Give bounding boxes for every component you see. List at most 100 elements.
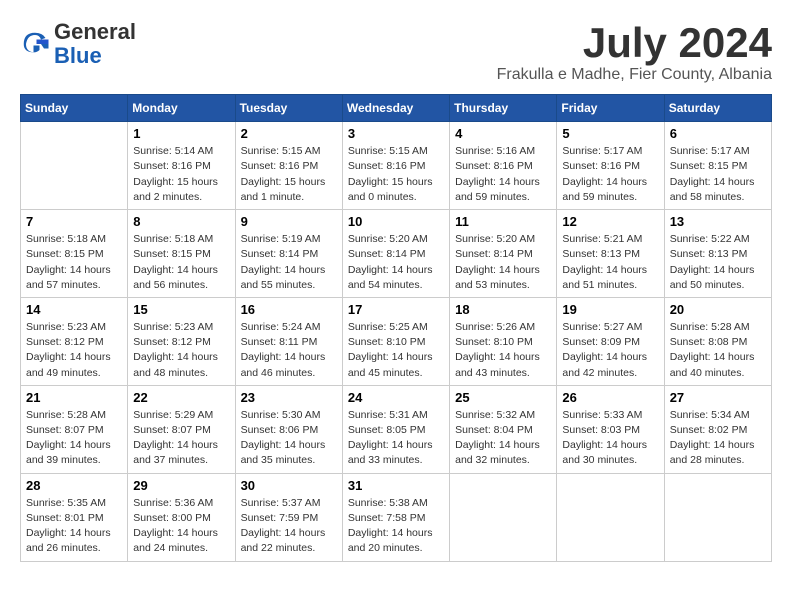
day-number: 31 (348, 478, 444, 493)
day-number: 25 (455, 390, 551, 405)
day-info: Sunrise: 5:33 AM Sunset: 8:03 PM Dayligh… (562, 408, 658, 469)
day-number: 13 (670, 214, 766, 229)
day-info: Sunrise: 5:18 AM Sunset: 8:15 PM Dayligh… (26, 232, 122, 293)
day-number: 4 (455, 126, 551, 141)
day-info: Sunrise: 5:37 AM Sunset: 7:59 PM Dayligh… (241, 496, 337, 557)
day-info: Sunrise: 5:19 AM Sunset: 8:14 PM Dayligh… (241, 232, 337, 293)
header-friday: Friday (557, 95, 664, 122)
month-title: July 2024 (497, 20, 772, 66)
calendar-cell: 14 Sunrise: 5:23 AM Sunset: 8:12 PM Dayli… (21, 297, 128, 385)
day-number: 15 (133, 302, 229, 317)
calendar-cell: 17 Sunrise: 5:25 AM Sunset: 8:10 PM Dayli… (342, 297, 449, 385)
day-number: 7 (26, 214, 122, 229)
calendar-cell: 25 Sunrise: 5:32 AM Sunset: 8:04 PM Dayli… (450, 385, 557, 473)
header-saturday: Saturday (664, 95, 771, 122)
header-sunday: Sunday (21, 95, 128, 122)
header-monday: Monday (128, 95, 235, 122)
day-number: 20 (670, 302, 766, 317)
calendar-cell: 1 Sunrise: 5:14 AM Sunset: 8:16 PM Daylig… (128, 122, 235, 210)
week-row-2: 7 Sunrise: 5:18 AM Sunset: 8:15 PM Daylig… (21, 210, 772, 298)
day-number: 14 (26, 302, 122, 317)
day-number: 6 (670, 126, 766, 141)
day-info: Sunrise: 5:20 AM Sunset: 8:14 PM Dayligh… (455, 232, 551, 293)
calendar-cell (664, 473, 771, 561)
day-number: 8 (133, 214, 229, 229)
header-tuesday: Tuesday (235, 95, 342, 122)
day-number: 27 (670, 390, 766, 405)
day-number: 17 (348, 302, 444, 317)
calendar-cell: 5 Sunrise: 5:17 AM Sunset: 8:16 PM Daylig… (557, 122, 664, 210)
calendar-cell (450, 473, 557, 561)
calendar-cell: 7 Sunrise: 5:18 AM Sunset: 8:15 PM Daylig… (21, 210, 128, 298)
calendar-cell: 6 Sunrise: 5:17 AM Sunset: 8:15 PM Daylig… (664, 122, 771, 210)
calendar-cell: 9 Sunrise: 5:19 AM Sunset: 8:14 PM Daylig… (235, 210, 342, 298)
calendar-cell: 22Sunrise: 5:29 AM Sunset: 8:07 PM Dayli… (128, 385, 235, 473)
day-info: Sunrise: 5:16 AM Sunset: 8:16 PM Dayligh… (455, 144, 551, 205)
day-info: Sunrise: 5:14 AM Sunset: 8:16 PM Dayligh… (133, 144, 229, 205)
day-info: Sunrise: 5:31 AM Sunset: 8:05 PM Dayligh… (348, 408, 444, 469)
calendar-cell (557, 473, 664, 561)
calendar-cell: 26 Sunrise: 5:33 AM Sunset: 8:03 PM Dayli… (557, 385, 664, 473)
calendar-cell: 29 Sunrise: 5:36 AM Sunset: 8:00 PM Dayli… (128, 473, 235, 561)
calendar-cell: 24Sunrise: 5:31 AM Sunset: 8:05 PM Dayli… (342, 385, 449, 473)
day-number: 5 (562, 126, 658, 141)
day-number: 18 (455, 302, 551, 317)
calendar-cell: 27Sunrise: 5:34 AM Sunset: 8:02 PM Dayli… (664, 385, 771, 473)
calendar-cell: 3Sunrise: 5:15 AM Sunset: 8:16 PM Daylig… (342, 122, 449, 210)
day-number: 26 (562, 390, 658, 405)
title-block: July 2024 Frakulla e Madhe, Fier County,… (497, 20, 772, 84)
day-info: Sunrise: 5:38 AM Sunset: 7:58 PM Dayligh… (348, 496, 444, 557)
day-info: Sunrise: 5:15 AM Sunset: 8:16 PM Dayligh… (241, 144, 337, 205)
calendar-cell: 4 Sunrise: 5:16 AM Sunset: 8:16 PM Daylig… (450, 122, 557, 210)
calendar-cell: 19 Sunrise: 5:27 AM Sunset: 8:09 PM Dayli… (557, 297, 664, 385)
logo-general: General (54, 20, 136, 44)
day-info: Sunrise: 5:29 AM Sunset: 8:07 PM Dayligh… (133, 408, 229, 469)
week-row-1: 1 Sunrise: 5:14 AM Sunset: 8:16 PM Daylig… (21, 122, 772, 210)
day-number: 21 (26, 390, 122, 405)
day-info: Sunrise: 5:35 AM Sunset: 8:01 PM Dayligh… (26, 496, 122, 557)
header-thursday: Thursday (450, 95, 557, 122)
day-number: 19 (562, 302, 658, 317)
day-number: 1 (133, 126, 229, 141)
day-info: Sunrise: 5:27 AM Sunset: 8:09 PM Dayligh… (562, 320, 658, 381)
week-row-3: 14 Sunrise: 5:23 AM Sunset: 8:12 PM Dayli… (21, 297, 772, 385)
day-info: Sunrise: 5:22 AM Sunset: 8:13 PM Dayligh… (670, 232, 766, 293)
day-info: Sunrise: 5:20 AM Sunset: 8:14 PM Dayligh… (348, 232, 444, 293)
logo: General Blue (20, 20, 136, 68)
calendar-cell: 16Sunrise: 5:24 AM Sunset: 8:11 PM Dayli… (235, 297, 342, 385)
calendar-cell: 11 Sunrise: 5:20 AM Sunset: 8:14 PM Dayli… (450, 210, 557, 298)
day-info: Sunrise: 5:18 AM Sunset: 8:15 PM Dayligh… (133, 232, 229, 293)
week-row-5: 28Sunrise: 5:35 AM Sunset: 8:01 PM Dayli… (21, 473, 772, 561)
day-info: Sunrise: 5:25 AM Sunset: 8:10 PM Dayligh… (348, 320, 444, 381)
day-info: Sunrise: 5:30 AM Sunset: 8:06 PM Dayligh… (241, 408, 337, 469)
calendar-cell: 31 Sunrise: 5:38 AM Sunset: 7:58 PM Dayli… (342, 473, 449, 561)
page-header: General Blue July 2024 Frakulla e Madhe,… (20, 20, 772, 84)
header-wednesday: Wednesday (342, 95, 449, 122)
day-info: Sunrise: 5:28 AM Sunset: 8:07 PM Dayligh… (26, 408, 122, 469)
day-info: Sunrise: 5:32 AM Sunset: 8:04 PM Dayligh… (455, 408, 551, 469)
day-info: Sunrise: 5:17 AM Sunset: 8:16 PM Dayligh… (562, 144, 658, 205)
day-number: 29 (133, 478, 229, 493)
calendar-header-row: SundayMondayTuesdayWednesdayThursdayFrid… (21, 95, 772, 122)
logo-icon (20, 29, 50, 59)
day-number: 9 (241, 214, 337, 229)
day-number: 11 (455, 214, 551, 229)
day-info: Sunrise: 5:28 AM Sunset: 8:08 PM Dayligh… (670, 320, 766, 381)
calendar-cell: 10 Sunrise: 5:20 AM Sunset: 8:14 PM Dayli… (342, 210, 449, 298)
calendar-cell: 23 Sunrise: 5:30 AM Sunset: 8:06 PM Dayli… (235, 385, 342, 473)
day-info: Sunrise: 5:23 AM Sunset: 8:12 PM Dayligh… (133, 320, 229, 381)
day-number: 12 (562, 214, 658, 229)
day-info: Sunrise: 5:36 AM Sunset: 8:00 PM Dayligh… (133, 496, 229, 557)
day-number: 23 (241, 390, 337, 405)
logo-blue: Blue (54, 44, 136, 68)
calendar-table: SundayMondayTuesdayWednesdayThursdayFrid… (20, 94, 772, 561)
calendar-cell: 18Sunrise: 5:26 AM Sunset: 8:10 PM Dayli… (450, 297, 557, 385)
day-info: Sunrise: 5:17 AM Sunset: 8:15 PM Dayligh… (670, 144, 766, 205)
calendar-cell: 12Sunrise: 5:21 AM Sunset: 8:13 PM Dayli… (557, 210, 664, 298)
day-number: 3 (348, 126, 444, 141)
day-info: Sunrise: 5:23 AM Sunset: 8:12 PM Dayligh… (26, 320, 122, 381)
day-number: 10 (348, 214, 444, 229)
calendar-cell (21, 122, 128, 210)
calendar-cell: 28Sunrise: 5:35 AM Sunset: 8:01 PM Dayli… (21, 473, 128, 561)
calendar-cell: 30Sunrise: 5:37 AM Sunset: 7:59 PM Dayli… (235, 473, 342, 561)
